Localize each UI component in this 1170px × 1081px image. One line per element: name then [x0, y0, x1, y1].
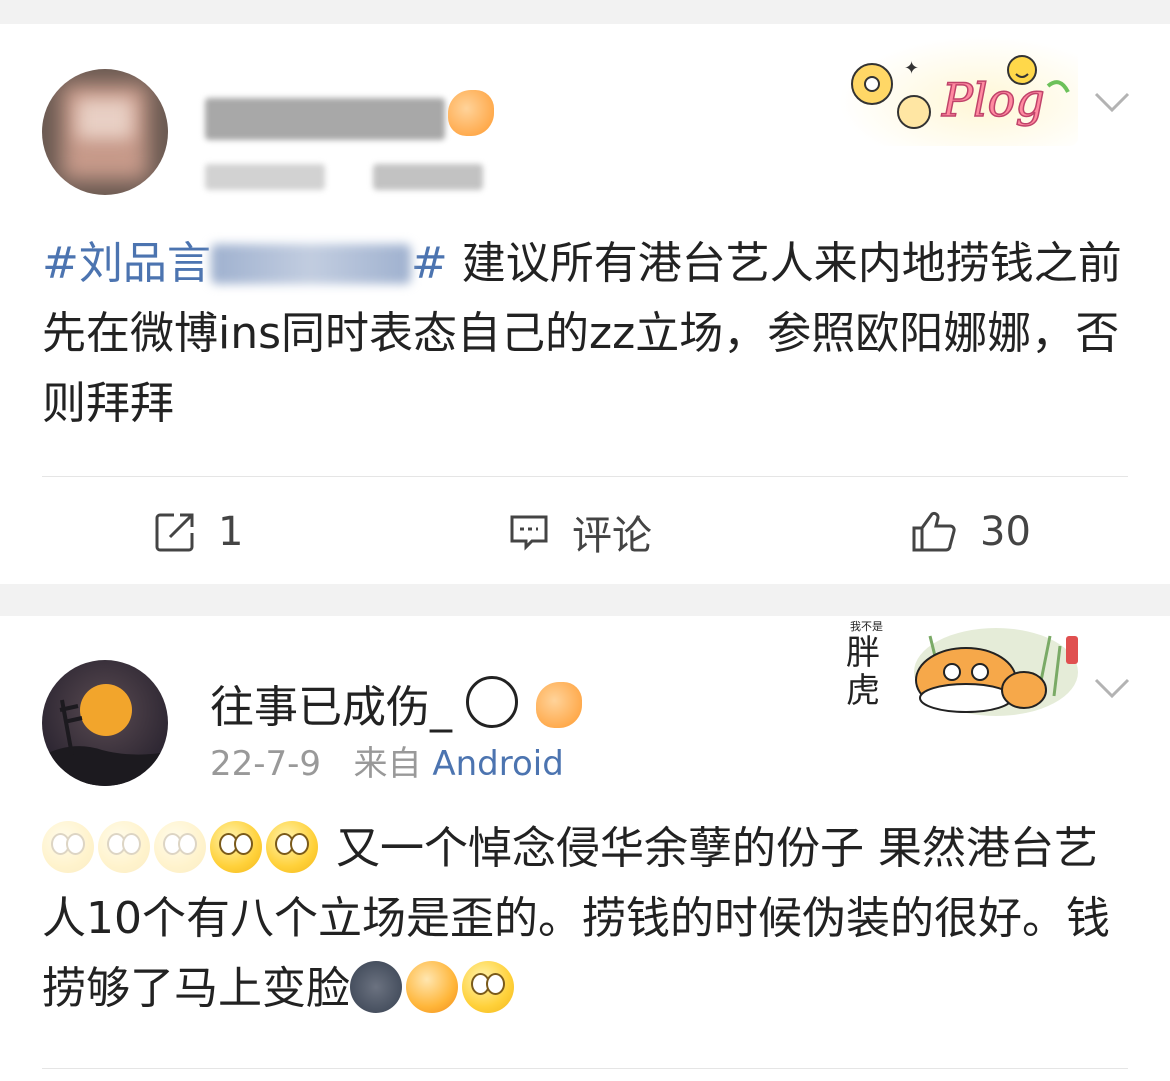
source-prefix: 来自: [353, 744, 422, 784]
svg-text:胖: 胖: [846, 633, 880, 673]
tiger-sticker: 我不是 胖 虎: [840, 616, 1086, 720]
thumbs-up-icon: [912, 511, 956, 552]
like-button[interactable]: 30: [910, 502, 1031, 562]
username-blurred[interactable]: [205, 92, 445, 146]
eye-roll-emoji-icon: [210, 821, 262, 873]
comment-button[interactable]: 评论: [508, 502, 652, 562]
eye-roll-emoji-icon: [462, 961, 514, 1013]
username-text: 往事已成伤_: [210, 682, 452, 733]
post-text: #刘品言 # 建议所有港台艺人来内地捞钱之前先在微博ins同时表态自己的zz立场，…: [42, 229, 1122, 439]
eye-roll-emoji-icon: [154, 821, 206, 873]
chevron-down-icon[interactable]: [1092, 82, 1132, 122]
username[interactable]: 往事已成伤_: [210, 676, 586, 734]
divider: [42, 1068, 1128, 1069]
repost-icon: [155, 513, 194, 552]
fish-emoji-icon: [536, 682, 582, 728]
post-source[interactable]: Android: [432, 744, 563, 784]
like-count: 30: [980, 509, 1031, 555]
panda-emoji-icon: [466, 676, 518, 728]
vomit-emoji-icon: [406, 961, 458, 1013]
svg-text:虎: 虎: [846, 671, 880, 711]
husky-emoji-icon: [350, 961, 402, 1013]
weibo-post-1: Plog ✦ #刘品言 # 建议所有港台艺人来内地捞钱之前先在微博ins同时表态自…: [0, 24, 1170, 584]
post-text: 又一个悼念侵华余孽的份子 果然港台艺人10个有八个立场是歪的。捞钱的时候伪装的很…: [42, 814, 1122, 1024]
plog-sticker: Plog ✦: [838, 36, 1078, 146]
comment-icon: [510, 515, 548, 551]
weibo-post-2: 往事已成伤_ 22-7-9 来自 Android 我不是 胖 虎 又一个悼念侵华…: [0, 616, 1170, 1081]
repost-button[interactable]: 1: [154, 502, 243, 562]
hashtag-link[interactable]: #刘品言 #: [42, 238, 448, 289]
chevron-down-icon[interactable]: [1092, 668, 1132, 708]
avatar[interactable]: [42, 660, 168, 786]
post-timestamp: 22-7-9: [210, 744, 322, 784]
repost-count: 1: [218, 509, 244, 555]
divider: [42, 476, 1128, 477]
post-meta: 22-7-9 来自 Android: [210, 744, 564, 784]
comment-label: 评论: [572, 513, 652, 559]
eye-roll-emoji-icon: [42, 821, 94, 873]
blurred-hashtag-part: [210, 244, 411, 284]
svg-text:✦: ✦: [904, 58, 919, 79]
post-meta-blurred: [205, 156, 485, 196]
avatar[interactable]: [42, 69, 168, 195]
fish-emoji-icon: [448, 90, 494, 136]
sticker-small-text: 我不是: [850, 620, 883, 633]
eye-roll-emoji-icon: [266, 821, 318, 873]
eye-roll-emoji-icon: [98, 821, 150, 873]
